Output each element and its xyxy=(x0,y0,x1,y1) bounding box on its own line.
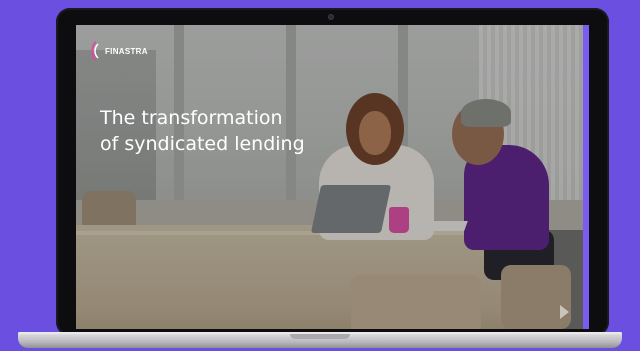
brand-logo[interactable]: FINASTRA xyxy=(90,41,148,61)
accent-stripe xyxy=(583,25,589,329)
webcam xyxy=(328,14,334,20)
laptop-mockup: FINASTRA The transformation of syndicate… xyxy=(56,8,609,336)
hero-headline: The transformation of syndicated lending xyxy=(100,105,430,157)
headline-line-2: of syndicated lending xyxy=(100,133,305,155)
brand-name: FINASTRA xyxy=(105,46,148,56)
hero-photo xyxy=(76,25,589,329)
headline-line-1: The transformation xyxy=(100,107,283,129)
laptop-notch xyxy=(290,334,350,339)
play-icon[interactable] xyxy=(560,305,569,319)
finastra-logo-icon xyxy=(90,41,102,61)
laptop-screen: FINASTRA The transformation of syndicate… xyxy=(76,25,589,329)
